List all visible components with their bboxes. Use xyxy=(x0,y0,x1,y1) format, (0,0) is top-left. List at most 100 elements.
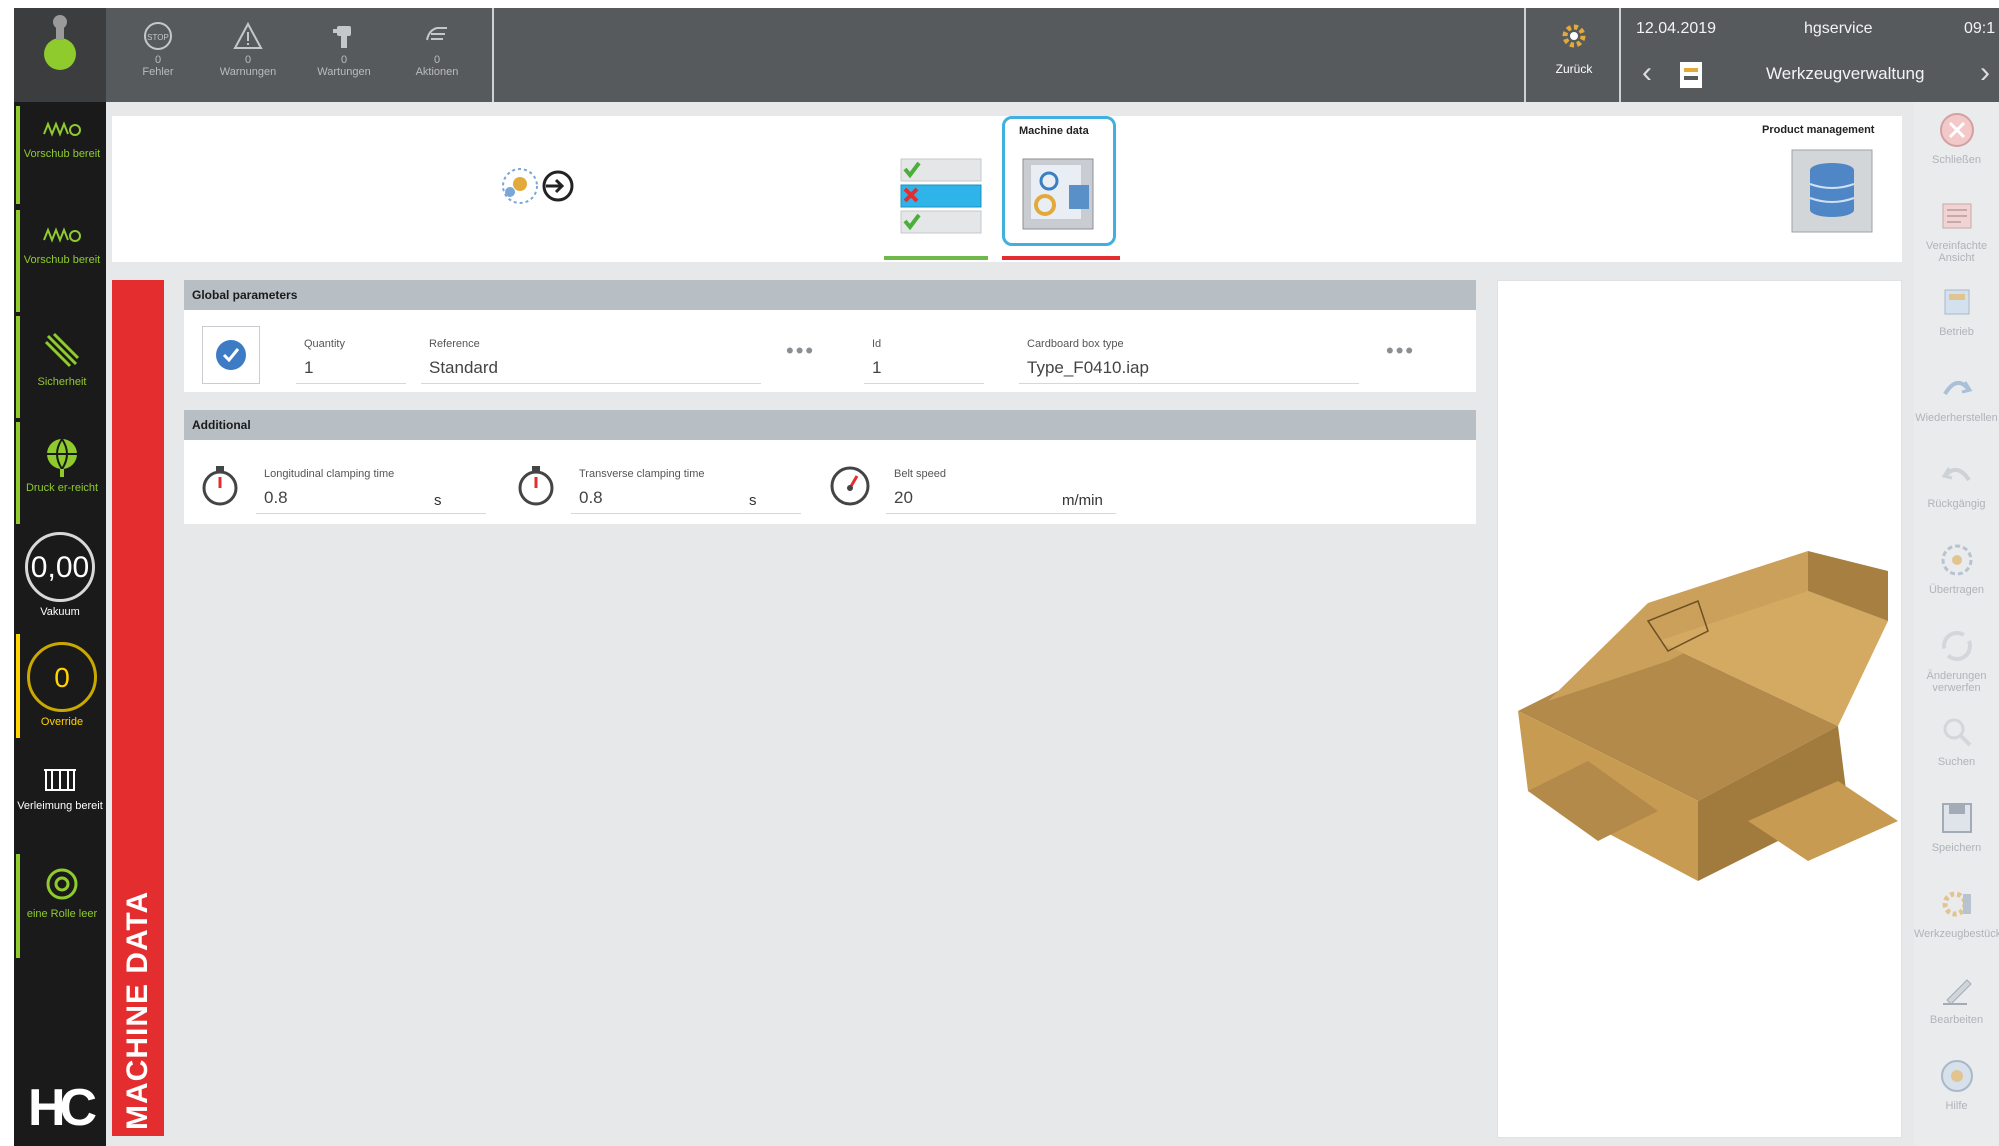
user-display: hgservice xyxy=(1804,20,1873,37)
tab-checklist[interactable] xyxy=(887,151,987,236)
sidebar-item-vacuum[interactable]: 0,00 Vakuum xyxy=(16,530,104,626)
machine-data-icon xyxy=(1022,158,1094,230)
reference-field[interactable]: Reference Standard xyxy=(421,338,769,384)
reference-more-button[interactable]: ••• xyxy=(786,338,815,364)
time-display: 09:1 xyxy=(1964,20,1996,37)
search-button[interactable]: Suchen xyxy=(1914,712,1999,768)
status-sidebar: Vorschub bereit Vorschub bereit Sicherhe… xyxy=(14,102,106,1146)
sidebar-item-override[interactable]: 0 Override xyxy=(16,634,104,738)
nav-prev-icon[interactable]: ‹ xyxy=(1634,58,1660,88)
box-type-more-button[interactable]: ••• xyxy=(1386,338,1415,364)
restore-button[interactable]: Wiederherstellen xyxy=(1914,368,1999,424)
sidebar-item-safety[interactable]: Sicherheit xyxy=(16,316,104,418)
undo-icon xyxy=(1941,467,1971,482)
additional-section: Additional Longitudinal clamping time 0.… xyxy=(184,410,1476,524)
top-bar-divider xyxy=(1524,8,1526,102)
setup-workflow-icon[interactable] xyxy=(498,162,590,214)
actions-count: 0 xyxy=(433,54,441,66)
stop-icon: STOP xyxy=(144,22,172,50)
back-label: Zurück xyxy=(1555,62,1593,76)
global-parameters-section: Global parameters Quantity 1 Reference S… xyxy=(184,280,1476,392)
undo-button[interactable]: Rückgängig xyxy=(1914,454,1999,510)
longitudinal-clamping-label: Longitudinal clamping time xyxy=(264,468,395,480)
sidebar-item-roll[interactable]: eine Rolle leer xyxy=(16,854,104,958)
search-icon xyxy=(1943,718,1971,747)
date-display: 12.04.2019 xyxy=(1636,20,1717,37)
warnings-count: 0 xyxy=(244,54,252,66)
help-label: Hilfe xyxy=(1945,1100,1968,1112)
id-field[interactable]: Id 1 xyxy=(864,338,992,384)
vacuum-gauge: 0,00 xyxy=(25,532,95,602)
transfer-button[interactable]: Übertragen xyxy=(1914,540,1999,596)
sidebar-item-feed-ready-2[interactable]: Vorschub bereit xyxy=(16,210,104,312)
sidebar-item-label: Vorschub bereit xyxy=(23,148,101,160)
warning-triangle-icon xyxy=(233,21,263,49)
svg-text:STOP: STOP xyxy=(147,33,169,42)
actions-status[interactable]: 0 Aktionen xyxy=(399,20,475,100)
belt-speed-label: Belt speed xyxy=(894,468,946,480)
warnings-status[interactable]: 0 Warnungen xyxy=(210,20,286,100)
sidebar-item-label: Druck er-reicht xyxy=(25,482,99,494)
sidebar-item-pressure[interactable]: Druck er-reicht xyxy=(16,422,104,524)
sidebar-item-feed-ready[interactable]: Vorschub bereit xyxy=(16,106,104,204)
feed-spring-icon xyxy=(43,121,81,137)
maintenance-count: 0 xyxy=(340,54,348,66)
quantity-label: Quantity xyxy=(304,338,345,350)
tab-bar: Machine data Product management xyxy=(112,116,1902,262)
belt-speed-unit: m/min xyxy=(1062,492,1103,509)
transfer-label: Übertragen xyxy=(1928,584,1985,596)
box-type-label: Cardboard box type xyxy=(1027,338,1124,350)
reference-value: Standard xyxy=(429,358,498,377)
edit-button[interactable]: Bearbeiten xyxy=(1914,970,1999,1026)
roll-label: eine Rolle leer xyxy=(26,908,98,920)
nav-next-icon[interactable]: › xyxy=(1972,58,1998,88)
restore-icon xyxy=(1942,381,1972,396)
simplified-view-icon xyxy=(1942,203,1971,229)
longitudinal-clamping-field[interactable]: Longitudinal clamping time 0.8 xyxy=(256,468,504,514)
operation-button[interactable]: Betrieb xyxy=(1914,282,1999,338)
tool-config-icon xyxy=(1942,891,1971,917)
field-underline xyxy=(1019,383,1359,384)
operation-label: Betrieb xyxy=(1939,326,1974,338)
back-button[interactable]: Zurück xyxy=(1532,18,1616,76)
machine-hmi-screen: STOP 0 Fehler 0 Warnungen 0 Wartungen 0 … xyxy=(0,0,1999,1146)
simplified-view-label: Vereinfachte Ansicht xyxy=(1925,240,1988,264)
search-label: Suchen xyxy=(1937,756,1976,768)
actions-label: Aktionen xyxy=(415,66,459,78)
save-icon xyxy=(1941,803,1972,833)
sidebar-item-gluing[interactable]: Verleimung bereit xyxy=(16,752,104,848)
longitudinal-clamping-unit: s xyxy=(434,492,442,509)
safety-icon xyxy=(44,332,80,368)
discard-changes-label: Änderungen verwerfen xyxy=(1926,670,1987,694)
box-type-field[interactable]: Cardboard box type Type_F0410.iap xyxy=(1019,338,1367,384)
save-button[interactable]: Speichern xyxy=(1914,798,1999,854)
verify-button[interactable] xyxy=(202,326,260,384)
field-underline xyxy=(886,513,1116,514)
product-database-icon[interactable] xyxy=(1788,146,1876,236)
roll-icon xyxy=(46,868,78,900)
longitudinal-clamping-value: 0.8 xyxy=(264,488,288,507)
box-type-value: Type_F0410.iap xyxy=(1027,358,1149,377)
tab-machine-data[interactable]: Machine data xyxy=(1002,116,1116,246)
simplified-view-button[interactable]: Vereinfachte Ansicht xyxy=(1914,196,1999,264)
box-preview-panel xyxy=(1497,280,1902,1138)
feed-spring-icon xyxy=(43,227,81,243)
help-button[interactable]: Hilfe xyxy=(1914,1056,1999,1112)
errors-status[interactable]: STOP 0 Fehler xyxy=(120,20,196,100)
tab-product-management-label: Product management xyxy=(1762,124,1875,136)
quantity-field[interactable]: Quantity 1 xyxy=(296,338,424,384)
tab-machine-data-label: Machine data xyxy=(1019,125,1089,137)
discard-changes-button[interactable]: Änderungen verwerfen xyxy=(1914,626,1999,694)
undo-label: Rückgängig xyxy=(1927,498,1986,510)
maintenance-status[interactable]: 0 Wartungen xyxy=(306,20,382,100)
additional-title: Additional xyxy=(184,410,1476,440)
transverse-clamping-value: 0.8 xyxy=(579,488,603,507)
tool-config-button[interactable]: Werkzeugbestückung xyxy=(1914,884,1999,940)
close-button[interactable]: Schließen xyxy=(1914,110,1999,166)
field-underline xyxy=(864,383,984,384)
override-gauge: 0 xyxy=(27,642,97,712)
restore-label: Wiederherstellen xyxy=(1915,412,1998,424)
transverse-clamping-field[interactable]: Transverse clamping time 0.8 xyxy=(571,468,819,514)
sidebar-item-label: Sicherheit xyxy=(37,376,87,388)
help-icon xyxy=(1940,1060,1973,1092)
